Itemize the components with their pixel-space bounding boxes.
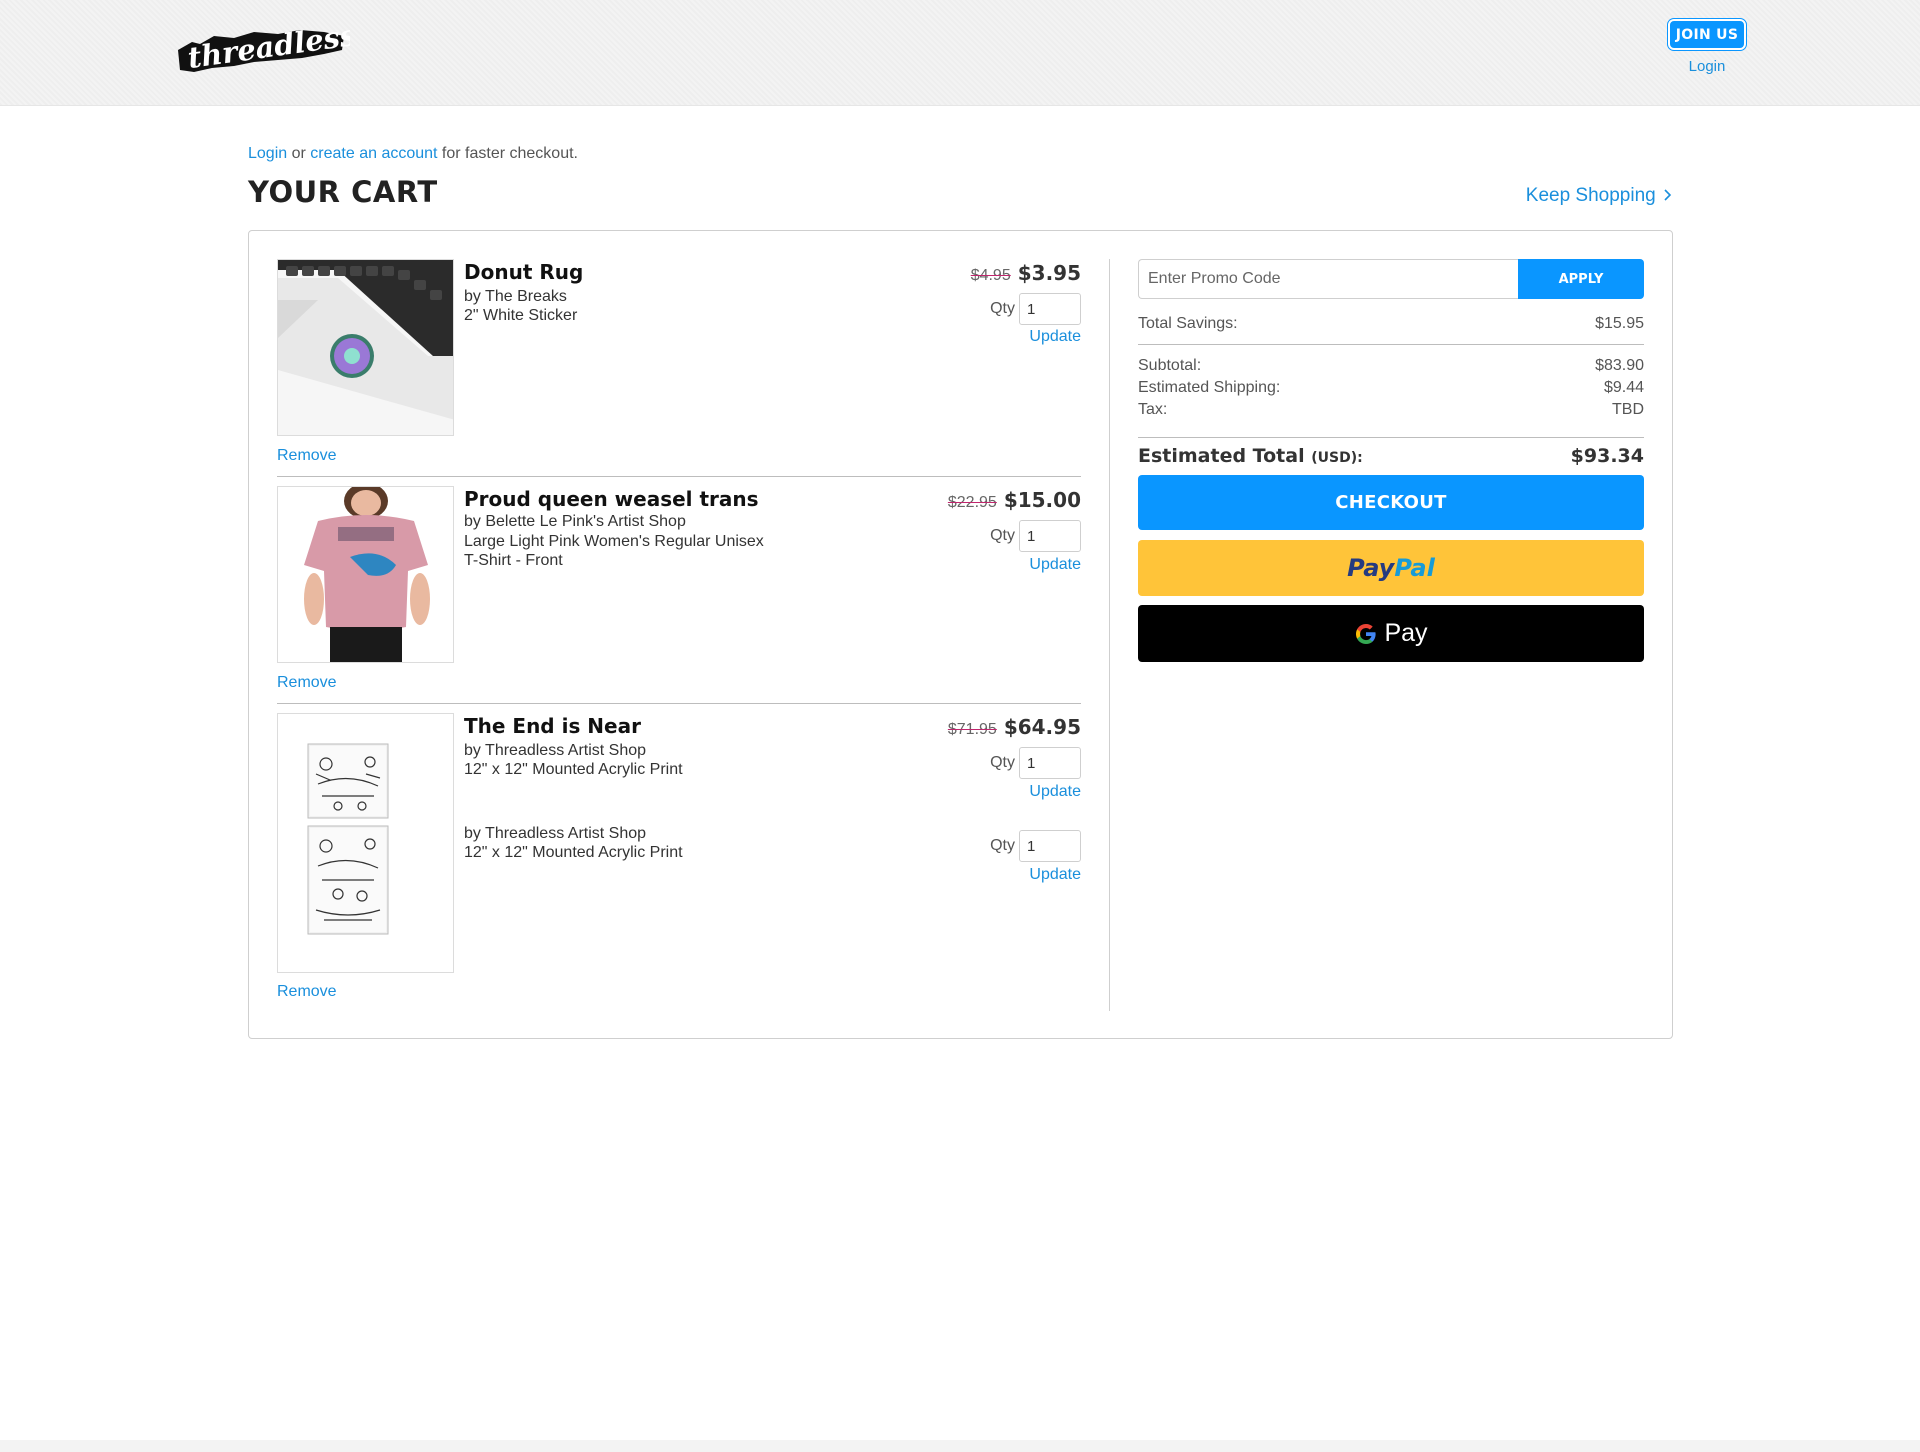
google-pay-label: Pay xyxy=(1384,619,1428,647)
footer-strip xyxy=(0,1440,1920,1452)
sale-price: $64.95 xyxy=(1003,715,1081,739)
original-price: $22.95 xyxy=(947,494,997,511)
item-detail-variant: 12" x 12" Mounted Acrylic Print xyxy=(464,844,683,861)
summary-divider xyxy=(1138,344,1644,345)
logo-wordmark: threadless xyxy=(186,18,350,74)
savings-value: $15.95 xyxy=(1595,315,1644,332)
intro-login-link[interactable]: Login xyxy=(248,145,287,162)
apply-promo-button[interactable]: APPLY xyxy=(1518,259,1644,299)
qty-input[interactable] xyxy=(1019,747,1081,779)
remove-link[interactable]: Remove xyxy=(277,983,337,1001)
sale-price: $15.00 xyxy=(1003,488,1081,512)
item-thumbnail[interactable] xyxy=(277,713,454,973)
item-detail: Large Light Pink Women's Regular Unisex xyxy=(464,533,764,550)
paypal-button[interactable]: Pay Pal xyxy=(1138,540,1644,596)
qty-input[interactable] xyxy=(1019,293,1081,325)
total-label: Estimated Total xyxy=(1138,445,1305,467)
header-login-link[interactable]: Login xyxy=(1668,58,1746,75)
join-us-button[interactable]: JOIN US xyxy=(1668,19,1746,50)
item-detail-2: T-Shirt - Front xyxy=(464,552,563,569)
site-header: threadless JOIN US Login xyxy=(0,0,1920,106)
qty-label: Qty xyxy=(990,837,1015,854)
item-thumbnail[interactable] xyxy=(277,486,454,663)
savings-label: Total Savings: xyxy=(1138,315,1238,332)
create-account-link[interactable]: create an account xyxy=(310,145,437,162)
intro-or-text: or xyxy=(287,145,311,162)
cart-items: Remove Donut Rug by The Breaks 2" White … xyxy=(277,259,1081,1011)
qty-label: Qty xyxy=(990,527,1015,544)
qty-row-variant: Qty xyxy=(990,830,1081,862)
shipping-row: Estimated Shipping: $9.44 xyxy=(1138,379,1644,397)
cart-item-donut-rug: Remove Donut Rug by The Breaks 2" White … xyxy=(277,259,1081,476)
update-link[interactable]: Update xyxy=(1029,328,1081,346)
column-divider xyxy=(1109,259,1110,1011)
item-price: $4.95 $3.95 xyxy=(971,261,1081,285)
acrylic-print-image xyxy=(278,714,453,972)
item-artist: by Threadless Artist Shop xyxy=(464,742,647,759)
tax-value: TBD xyxy=(1612,401,1644,418)
item-price: $71.95 $64.95 xyxy=(948,715,1081,739)
google-pay-button[interactable]: Pay xyxy=(1138,605,1644,662)
item-divider xyxy=(277,703,1081,704)
chevron-right-icon xyxy=(1664,189,1672,201)
google-g-icon xyxy=(1356,623,1377,644)
remove-link[interactable]: Remove xyxy=(277,447,337,465)
summary-divider xyxy=(1138,437,1644,438)
qty-label: Qty xyxy=(990,754,1015,771)
subtotal-row: Subtotal: $83.90 xyxy=(1138,357,1644,375)
promo-row: APPLY xyxy=(1138,259,1644,299)
item-thumbnail[interactable] xyxy=(277,259,454,436)
original-price: $4.95 xyxy=(970,267,1011,284)
total-unit: (USD): xyxy=(1311,450,1363,466)
update-link[interactable]: Update xyxy=(1029,783,1081,801)
item-artist: by The Breaks xyxy=(464,288,567,305)
sticker-laptop-image xyxy=(278,260,453,435)
cart-item-the-end-is-near: Remove The End is Near by Threadless Art… xyxy=(277,713,1081,1009)
total-label-group: Estimated Total (USD): xyxy=(1138,445,1363,467)
item-name[interactable]: Donut Rug xyxy=(464,260,583,284)
shipping-label: Estimated Shipping: xyxy=(1138,379,1281,396)
item-divider xyxy=(277,476,1081,477)
subtotal-label: Subtotal: xyxy=(1138,357,1202,374)
item-detail: 12" x 12" Mounted Acrylic Print xyxy=(464,761,683,778)
qty-row: Qty xyxy=(990,520,1081,552)
qty-input-variant[interactable] xyxy=(1019,830,1081,862)
intro-suffix: for faster checkout. xyxy=(437,145,578,162)
item-price: $22.95 $15.00 xyxy=(948,488,1081,512)
qty-label: Qty xyxy=(990,300,1015,317)
total-savings-row: Total Savings: $15.95 xyxy=(1138,315,1644,333)
qty-row: Qty xyxy=(990,293,1081,325)
checkout-button[interactable]: CHECKOUT xyxy=(1138,475,1644,530)
tax-row: Tax: TBD xyxy=(1138,401,1644,419)
cart-item-proud-queen-weasel: Remove Proud queen weasel trans by Belet… xyxy=(277,486,1081,703)
item-artist-variant: by Threadless Artist Shop xyxy=(464,825,647,842)
update-link-variant[interactable]: Update xyxy=(1029,866,1081,884)
keep-shopping-link[interactable]: Keep Shopping xyxy=(1526,185,1672,207)
paypal-logo-pay: Pay xyxy=(1347,554,1395,582)
page-title: YOUR CART xyxy=(248,175,438,209)
threadless-logo[interactable]: threadless xyxy=(174,14,350,74)
item-artist: by Belette Le Pink's Artist Shop xyxy=(464,513,686,530)
paypal-logo-pal: Pal xyxy=(1394,554,1435,582)
update-link[interactable]: Update xyxy=(1029,556,1081,574)
item-name[interactable]: Proud queen weasel trans xyxy=(464,487,759,511)
original-price: $71.95 xyxy=(947,721,997,738)
total-value: $93.34 xyxy=(1570,445,1644,467)
subtotal-value: $83.90 xyxy=(1595,357,1644,374)
remove-link[interactable]: Remove xyxy=(277,674,337,692)
qty-row: Qty xyxy=(990,747,1081,779)
tax-label: Tax: xyxy=(1138,401,1168,418)
item-detail: 2" White Sticker xyxy=(464,307,578,324)
qty-input[interactable] xyxy=(1019,520,1081,552)
keep-shopping-label: Keep Shopping xyxy=(1525,185,1656,206)
shipping-value: $9.44 xyxy=(1603,379,1644,396)
promo-code-input[interactable] xyxy=(1138,259,1518,299)
tshirt-model-image xyxy=(278,487,453,662)
estimated-total-row: Estimated Total (USD): $93.34 xyxy=(1138,445,1644,467)
item-name[interactable]: The End is Near xyxy=(464,714,641,738)
sale-price: $3.95 xyxy=(1017,261,1081,285)
cart-panel: Remove Donut Rug by The Breaks 2" White … xyxy=(248,230,1673,1039)
login-prompt: Login or create an account for faster ch… xyxy=(248,145,578,163)
